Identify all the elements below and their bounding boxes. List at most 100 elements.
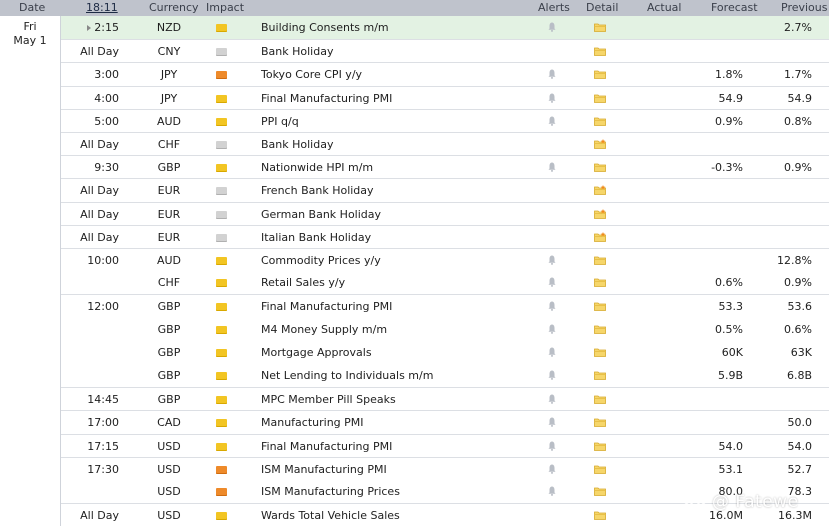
table-row[interactable]: 17:00 CAD Manufacturing PMI 50.0	[61, 410, 829, 434]
event-title[interactable]: Bank Holiday	[261, 138, 333, 152]
bell-icon[interactable]	[548, 255, 556, 265]
bell-icon[interactable]	[548, 324, 556, 334]
event-title[interactable]: M4 Money Supply m/m	[261, 323, 387, 337]
folder-icon[interactable]	[594, 22, 606, 32]
bell-icon[interactable]	[548, 394, 556, 405]
event-time: 3:00	[94, 68, 119, 82]
event-title[interactable]: German Bank Holiday	[261, 208, 381, 222]
bell-icon[interactable]	[548, 162, 556, 173]
event-title[interactable]: Mortgage Approvals	[261, 346, 372, 360]
folder-icon[interactable]	[594, 46, 606, 57]
event-title[interactable]: Nationwide HPI m/m	[261, 161, 373, 175]
event-title[interactable]: MPC Member Pill Speaks	[261, 393, 396, 407]
folder-icon[interactable]	[594, 510, 606, 521]
event-title[interactable]: Tokyo Core CPI y/y	[261, 68, 362, 82]
table-row[interactable]: All Day EUR Italian Bank Holiday	[61, 224, 829, 249]
event-title[interactable]: Wards Total Vehicle Sales	[261, 509, 400, 523]
folder-star-icon[interactable]	[594, 139, 606, 149]
folder-icon[interactable]	[594, 324, 606, 334]
table-row[interactable]: 17:15 USD Final Manufacturing PMI 54.0 54.0	[61, 433, 829, 458]
table-row[interactable]: GBP Mortgage Approvals 60K 63K	[61, 341, 829, 364]
event-title[interactable]: Bank Holiday	[261, 45, 333, 59]
folder-icon[interactable]	[594, 162, 606, 173]
impact-yellow-icon	[216, 279, 227, 288]
event-title[interactable]: ISM Manufacturing PMI	[261, 463, 387, 477]
bell-icon[interactable]	[548, 301, 556, 312]
event-time: 17:30	[87, 462, 119, 476]
event-title[interactable]: Commodity Prices y/y	[261, 254, 381, 268]
table-row[interactable]: 12:00 GBP Final Manufacturing PMI 53.3 53.6	[61, 294, 829, 318]
bell-icon[interactable]	[548, 486, 556, 496]
folder-icon[interactable]	[594, 347, 606, 357]
event-title[interactable]: Italian Bank Holiday	[261, 231, 371, 245]
header-alerts: Alerts	[538, 1, 570, 14]
event-currency: NZD	[156, 21, 182, 34]
event-title[interactable]: Net Lending to Individuals m/m	[261, 369, 433, 383]
event-title[interactable]: PPI q/q	[261, 115, 299, 129]
impact-yellow-icon	[216, 512, 227, 521]
bell-icon[interactable]	[548, 347, 556, 357]
table-row[interactable]: 2:15 NZD Building Consents m/m 2.7%	[61, 16, 829, 39]
table-row[interactable]: All Day EUR French Bank Holiday	[61, 178, 829, 202]
bell-icon[interactable]	[548, 417, 556, 428]
bell-icon[interactable]	[548, 116, 556, 126]
bell-icon[interactable]	[548, 370, 556, 380]
table-row[interactable]: 5:00 AUD PPI q/q 0.9% 0.8%	[61, 108, 829, 133]
folder-star-icon[interactable]	[594, 231, 606, 242]
folder-icon[interactable]	[594, 277, 606, 288]
table-row[interactable]: All Day CHF Bank Holiday	[61, 132, 829, 156]
event-forecast: 53.3	[718, 300, 744, 314]
table-row[interactable]: GBP Net Lending to Individuals m/m 5.9B 6.8…	[61, 364, 829, 387]
folder-icon[interactable]	[594, 255, 606, 265]
event-title[interactable]: ISM Manufacturing Prices	[261, 485, 400, 499]
bell-icon[interactable]	[548, 22, 556, 32]
folder-icon[interactable]	[594, 394, 606, 405]
event-title[interactable]: French Bank Holiday	[261, 184, 374, 198]
table-row[interactable]: All Day EUR German Bank Holiday	[61, 201, 829, 226]
table-row[interactable]: 17:30 USD ISM Manufacturing PMI 53.1 52.7	[61, 456, 829, 481]
date-cell: Fri May 1	[0, 16, 61, 526]
table-row[interactable]: 4:00 JPY Final Manufacturing PMI 54.9 54.9	[61, 85, 829, 110]
folder-icon[interactable]	[594, 301, 606, 312]
table-row[interactable]: CHF Retail Sales y/y 0.6% 0.9%	[61, 271, 829, 294]
event-title[interactable]: Manufacturing PMI	[261, 416, 364, 430]
event-title[interactable]: Building Consents m/m	[261, 21, 389, 35]
folder-icon[interactable]	[594, 464, 606, 474]
event-time: All Day	[80, 207, 119, 221]
table-row[interactable]: 14:45 GBP MPC Member Pill Speaks	[61, 387, 829, 411]
folder-star-icon[interactable]	[594, 208, 606, 219]
table-row[interactable]: 3:00 JPY Tokyo Core CPI y/y 1.8% 1.7%	[61, 62, 829, 86]
event-time: All Day	[80, 509, 119, 523]
date-day: Fri	[23, 20, 37, 33]
event-currency: GBP	[157, 369, 181, 382]
table-row[interactable]: 10:00 AUD Commodity Prices y/y 12.8%	[61, 248, 829, 272]
bell-icon[interactable]	[548, 464, 556, 474]
event-currency: GBP	[157, 300, 181, 314]
impact-gray-icon	[216, 48, 227, 57]
folder-icon[interactable]	[594, 116, 606, 126]
folder-icon[interactable]	[594, 370, 606, 380]
bell-icon[interactable]	[548, 93, 556, 103]
header-time-link[interactable]: 18:11	[86, 1, 118, 15]
bell-icon[interactable]	[548, 277, 556, 288]
bell-icon[interactable]	[548, 69, 556, 80]
folder-icon[interactable]	[594, 441, 606, 451]
header-currency: Currency	[149, 1, 199, 14]
table-row[interactable]: 9:30 GBP Nationwide HPI m/m -0.3% 0.9%	[61, 155, 829, 179]
folder-icon[interactable]	[594, 486, 606, 496]
event-title[interactable]: Final Manufacturing PMI	[261, 300, 392, 314]
impact-yellow-icon	[216, 257, 227, 265]
table-row[interactable]: All Day CNY Bank Holiday	[61, 39, 829, 63]
bell-icon[interactable]	[548, 441, 556, 451]
event-title[interactable]: Final Manufacturing PMI	[261, 92, 392, 106]
table-row[interactable]: GBP M4 Money Supply m/m 0.5% 0.6%	[61, 318, 829, 341]
impact-orange-icon	[216, 71, 227, 80]
folder-icon[interactable]	[594, 69, 606, 80]
header-previous: Previous	[781, 1, 828, 14]
event-title[interactable]: Final Manufacturing PMI	[261, 440, 392, 454]
folder-icon[interactable]	[594, 93, 606, 103]
event-title[interactable]: Retail Sales y/y	[261, 276, 345, 290]
folder-star-icon[interactable]	[594, 185, 606, 196]
folder-icon[interactable]	[594, 417, 606, 428]
event-currency: GBP	[157, 322, 181, 336]
